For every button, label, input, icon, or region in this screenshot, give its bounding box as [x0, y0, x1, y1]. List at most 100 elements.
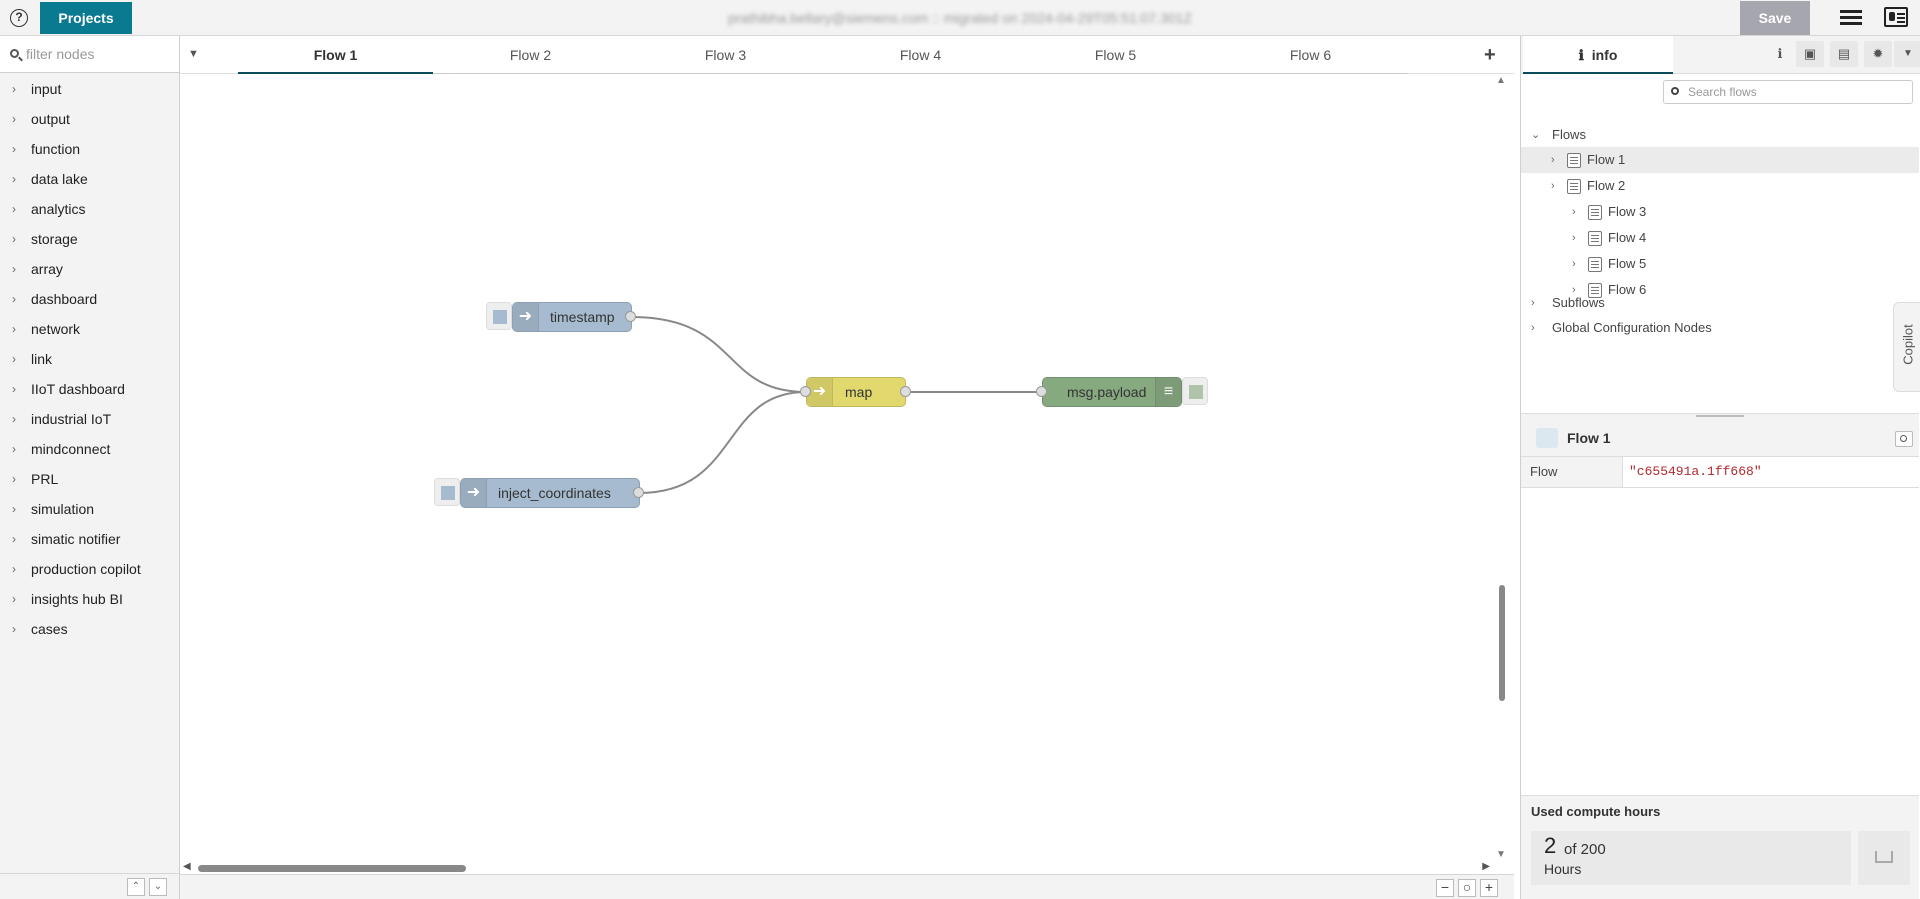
collapse-all-icon[interactable]: ⌃	[127, 878, 145, 896]
node-debug-msg-payload[interactable]: msg.payload ≡	[1042, 377, 1182, 407]
palette-category[interactable]: › data lake	[0, 164, 179, 194]
palette-category[interactable]: › IIoT dashboard	[0, 374, 179, 404]
property-key: Flow	[1521, 457, 1623, 487]
tab-flow-4[interactable]: Flow 4	[823, 36, 1018, 74]
output-port[interactable]	[633, 487, 644, 498]
palette-category[interactable]: › PRL	[0, 464, 179, 494]
tree-global-config[interactable]: › Global Configuration Nodes	[1521, 315, 1919, 341]
scroll-down-icon[interactable]: ▼	[1496, 849, 1506, 860]
copilot-tab[interactable]: Copilot	[1893, 302, 1920, 392]
inject-trigger-button[interactable]	[434, 478, 460, 506]
scroll-left-icon[interactable]: ◀	[183, 861, 191, 872]
info-tab-icon[interactable]: ℹ	[1766, 41, 1794, 67]
chevron-right-icon[interactable]: ›	[1531, 290, 1535, 316]
cart-icon[interactable]	[1858, 831, 1910, 885]
search-icon[interactable]	[1895, 431, 1913, 447]
debug-toggle-button[interactable]	[1182, 377, 1208, 405]
book-icon[interactable]: ▣	[1796, 41, 1824, 67]
node-inject-coordinates[interactable]: ➜ inject_coordinates	[460, 478, 640, 508]
chevron-right-icon: ›	[12, 412, 16, 426]
palette-category[interactable]: › dashboard	[0, 284, 179, 314]
palette-search	[0, 36, 179, 73]
tabs-menu-icon[interactable]: ▼	[188, 48, 199, 60]
horizontal-scrollbar[interactable]: ◀ ▶	[180, 861, 1490, 875]
zoom-out-icon[interactable]: −	[1436, 879, 1454, 897]
output-port[interactable]	[625, 311, 636, 322]
expand-all-icon[interactable]: ⌄	[149, 878, 167, 896]
palette-category[interactable]: › link	[0, 344, 179, 374]
bug-icon[interactable]: ✹	[1864, 41, 1892, 67]
flow-tabs-bar: ▼ Flow 1 Flow 2 Flow 3 Flow 4 Flow 5 Flow 6 +	[180, 36, 1514, 74]
chevron-right-icon: ›	[12, 172, 16, 186]
vertical-scroll-thumb[interactable]	[1499, 585, 1505, 701]
node-timestamp[interactable]: ➜ timestamp	[512, 302, 632, 332]
scroll-up-icon[interactable]: ▲	[1496, 75, 1506, 86]
palette-category[interactable]: › input	[0, 74, 179, 104]
tab-flow-2[interactable]: Flow 2	[433, 36, 628, 74]
palette-category[interactable]: › insights hub BI	[0, 584, 179, 614]
flow-canvas[interactable]: ➜ timestamp ➜ inject_coordinates ➜ map m…	[180, 75, 1514, 860]
output-port[interactable]	[900, 386, 911, 397]
wire-inject-coordinates-map[interactable]	[638, 391, 807, 494]
filter-nodes-input[interactable]	[24, 44, 174, 64]
tab-flow-5[interactable]: Flow 5	[1018, 36, 1213, 74]
palette-category[interactable]: › mindconnect	[0, 434, 179, 464]
chevron-right-icon[interactable]: ›	[1572, 199, 1576, 225]
user-card-icon[interactable]	[1884, 7, 1908, 27]
copilot-label: Copilot	[1900, 324, 1916, 365]
tab-info[interactable]: ℹ info	[1523, 36, 1673, 74]
scroll-right-icon[interactable]: ▶	[1482, 861, 1490, 872]
input-port[interactable]	[800, 386, 811, 397]
wire-timestamp-map[interactable]	[630, 316, 807, 393]
node-map[interactable]: ➜ map	[806, 377, 906, 407]
tab-flow-1[interactable]: Flow 1	[238, 36, 433, 74]
zoom-reset-icon[interactable]: ○	[1458, 879, 1476, 897]
horizontal-scroll-thumb[interactable]	[198, 865, 466, 872]
property-row: Flow "c655491a.1ff668"	[1521, 457, 1919, 488]
tree-flow-item[interactable]: › Flow 1	[1521, 147, 1919, 173]
palette-category[interactable]: › storage	[0, 224, 179, 254]
tree-label: Flow 1	[1587, 152, 1626, 167]
search-flows-input[interactable]	[1686, 83, 1906, 101]
tree-flow-item[interactable]: › Flow 4	[1521, 225, 1919, 251]
chevron-right-icon[interactable]: ›	[1572, 251, 1576, 277]
tree-flow-item[interactable]: › Flow 3	[1521, 199, 1919, 225]
compute-title: Used compute hours	[1531, 804, 1661, 819]
chevron-down-icon[interactable]: ⌄	[1531, 122, 1540, 148]
save-button[interactable]: Save	[1740, 1, 1810, 35]
chevron-right-icon[interactable]: ›	[1551, 147, 1555, 173]
palette-category[interactable]: › cases	[0, 614, 179, 644]
vertical-scrollbar[interactable]: ▲ ▼	[1496, 75, 1508, 860]
palette-category[interactable]: › analytics	[0, 194, 179, 224]
palette-category[interactable]: › function	[0, 134, 179, 164]
palette-category[interactable]: › network	[0, 314, 179, 344]
hamburger-menu-icon[interactable]	[1840, 8, 1862, 28]
palette-category[interactable]: › array	[0, 254, 179, 284]
palette-category-label: function	[31, 141, 81, 157]
chevron-down-icon[interactable]: ▼	[1894, 41, 1920, 67]
compute-used-value: 2	[1544, 833, 1557, 858]
palette-category[interactable]: › industrial IoT	[0, 404, 179, 434]
palette-category[interactable]: › simulation	[0, 494, 179, 524]
tree-flow-item[interactable]: › Flow 2	[1521, 173, 1919, 199]
palette-category[interactable]: › production copilot	[0, 554, 179, 584]
palette-category[interactable]: › output	[0, 104, 179, 134]
chevron-right-icon[interactable]: ›	[1551, 173, 1555, 199]
tree-flow-item[interactable]: › Flow 5	[1521, 251, 1919, 277]
tree-flows-root[interactable]: ⌄ Flows	[1521, 122, 1919, 148]
tree-subflows[interactable]: › Subflows	[1521, 290, 1919, 316]
inject-trigger-button[interactable]	[486, 302, 512, 330]
add-flow-icon[interactable]: +	[1484, 44, 1496, 67]
input-port[interactable]	[1036, 386, 1047, 397]
chevron-right-icon[interactable]: ›	[1572, 225, 1576, 251]
tab-flow-3[interactable]: Flow 3	[628, 36, 823, 74]
chevron-right-icon[interactable]: ›	[1531, 315, 1535, 341]
palette-category[interactable]: › simatic notifier	[0, 524, 179, 554]
bar-chart-icon[interactable]: ▤	[1830, 41, 1858, 67]
zoom-in-icon[interactable]: +	[1480, 879, 1498, 897]
palette-category-label: industrial IoT	[31, 411, 112, 427]
chevron-right-icon: ›	[12, 472, 16, 486]
chevron-right-icon: ›	[12, 442, 16, 456]
tab-flow-6[interactable]: Flow 6	[1213, 36, 1408, 74]
palette-category-list: › input › output › function › data lake › analyti…	[0, 74, 179, 644]
